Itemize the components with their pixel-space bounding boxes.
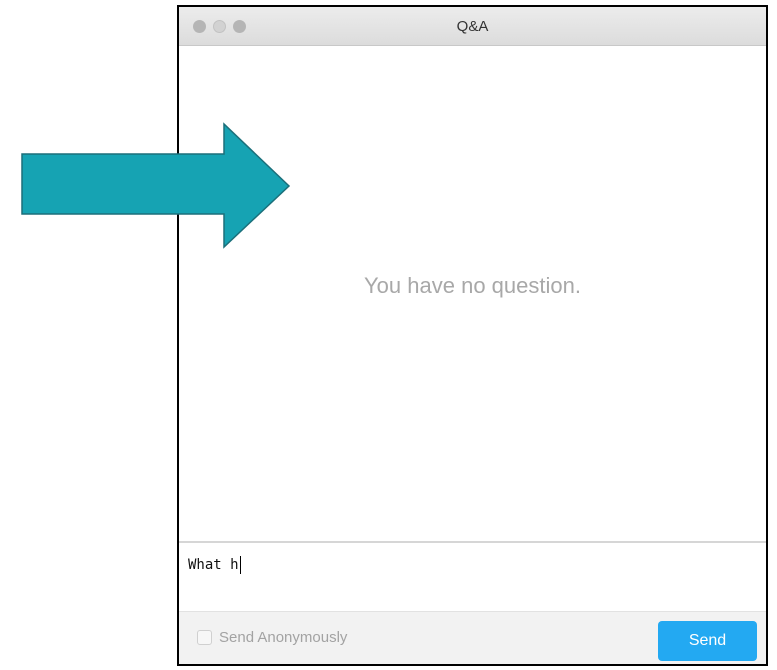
compose-footer: Send Anonymously Send	[179, 611, 766, 664]
title-bar: Q&A	[179, 7, 766, 46]
question-input-text: What h	[188, 557, 239, 573]
text-caret	[239, 556, 241, 574]
window-title: Q&A	[456, 18, 489, 35]
send-anonymously-label[interactable]: Send Anonymously	[219, 629, 347, 646]
question-compose-area[interactable]: What h	[179, 541, 766, 611]
screenshot-stage: Q&A You have no question. What h Send An…	[0, 0, 777, 670]
question-input[interactable]: What h	[188, 551, 756, 579]
send-anonymously-option[interactable]: Send Anonymously	[197, 629, 347, 646]
qa-window: Q&A You have no question. What h Send An…	[177, 5, 768, 666]
empty-state-message: You have no question.	[364, 273, 581, 298]
questions-panel: You have no question.	[179, 47, 766, 541]
send-button[interactable]: Send	[658, 621, 757, 661]
send-anonymously-checkbox[interactable]	[197, 630, 212, 645]
